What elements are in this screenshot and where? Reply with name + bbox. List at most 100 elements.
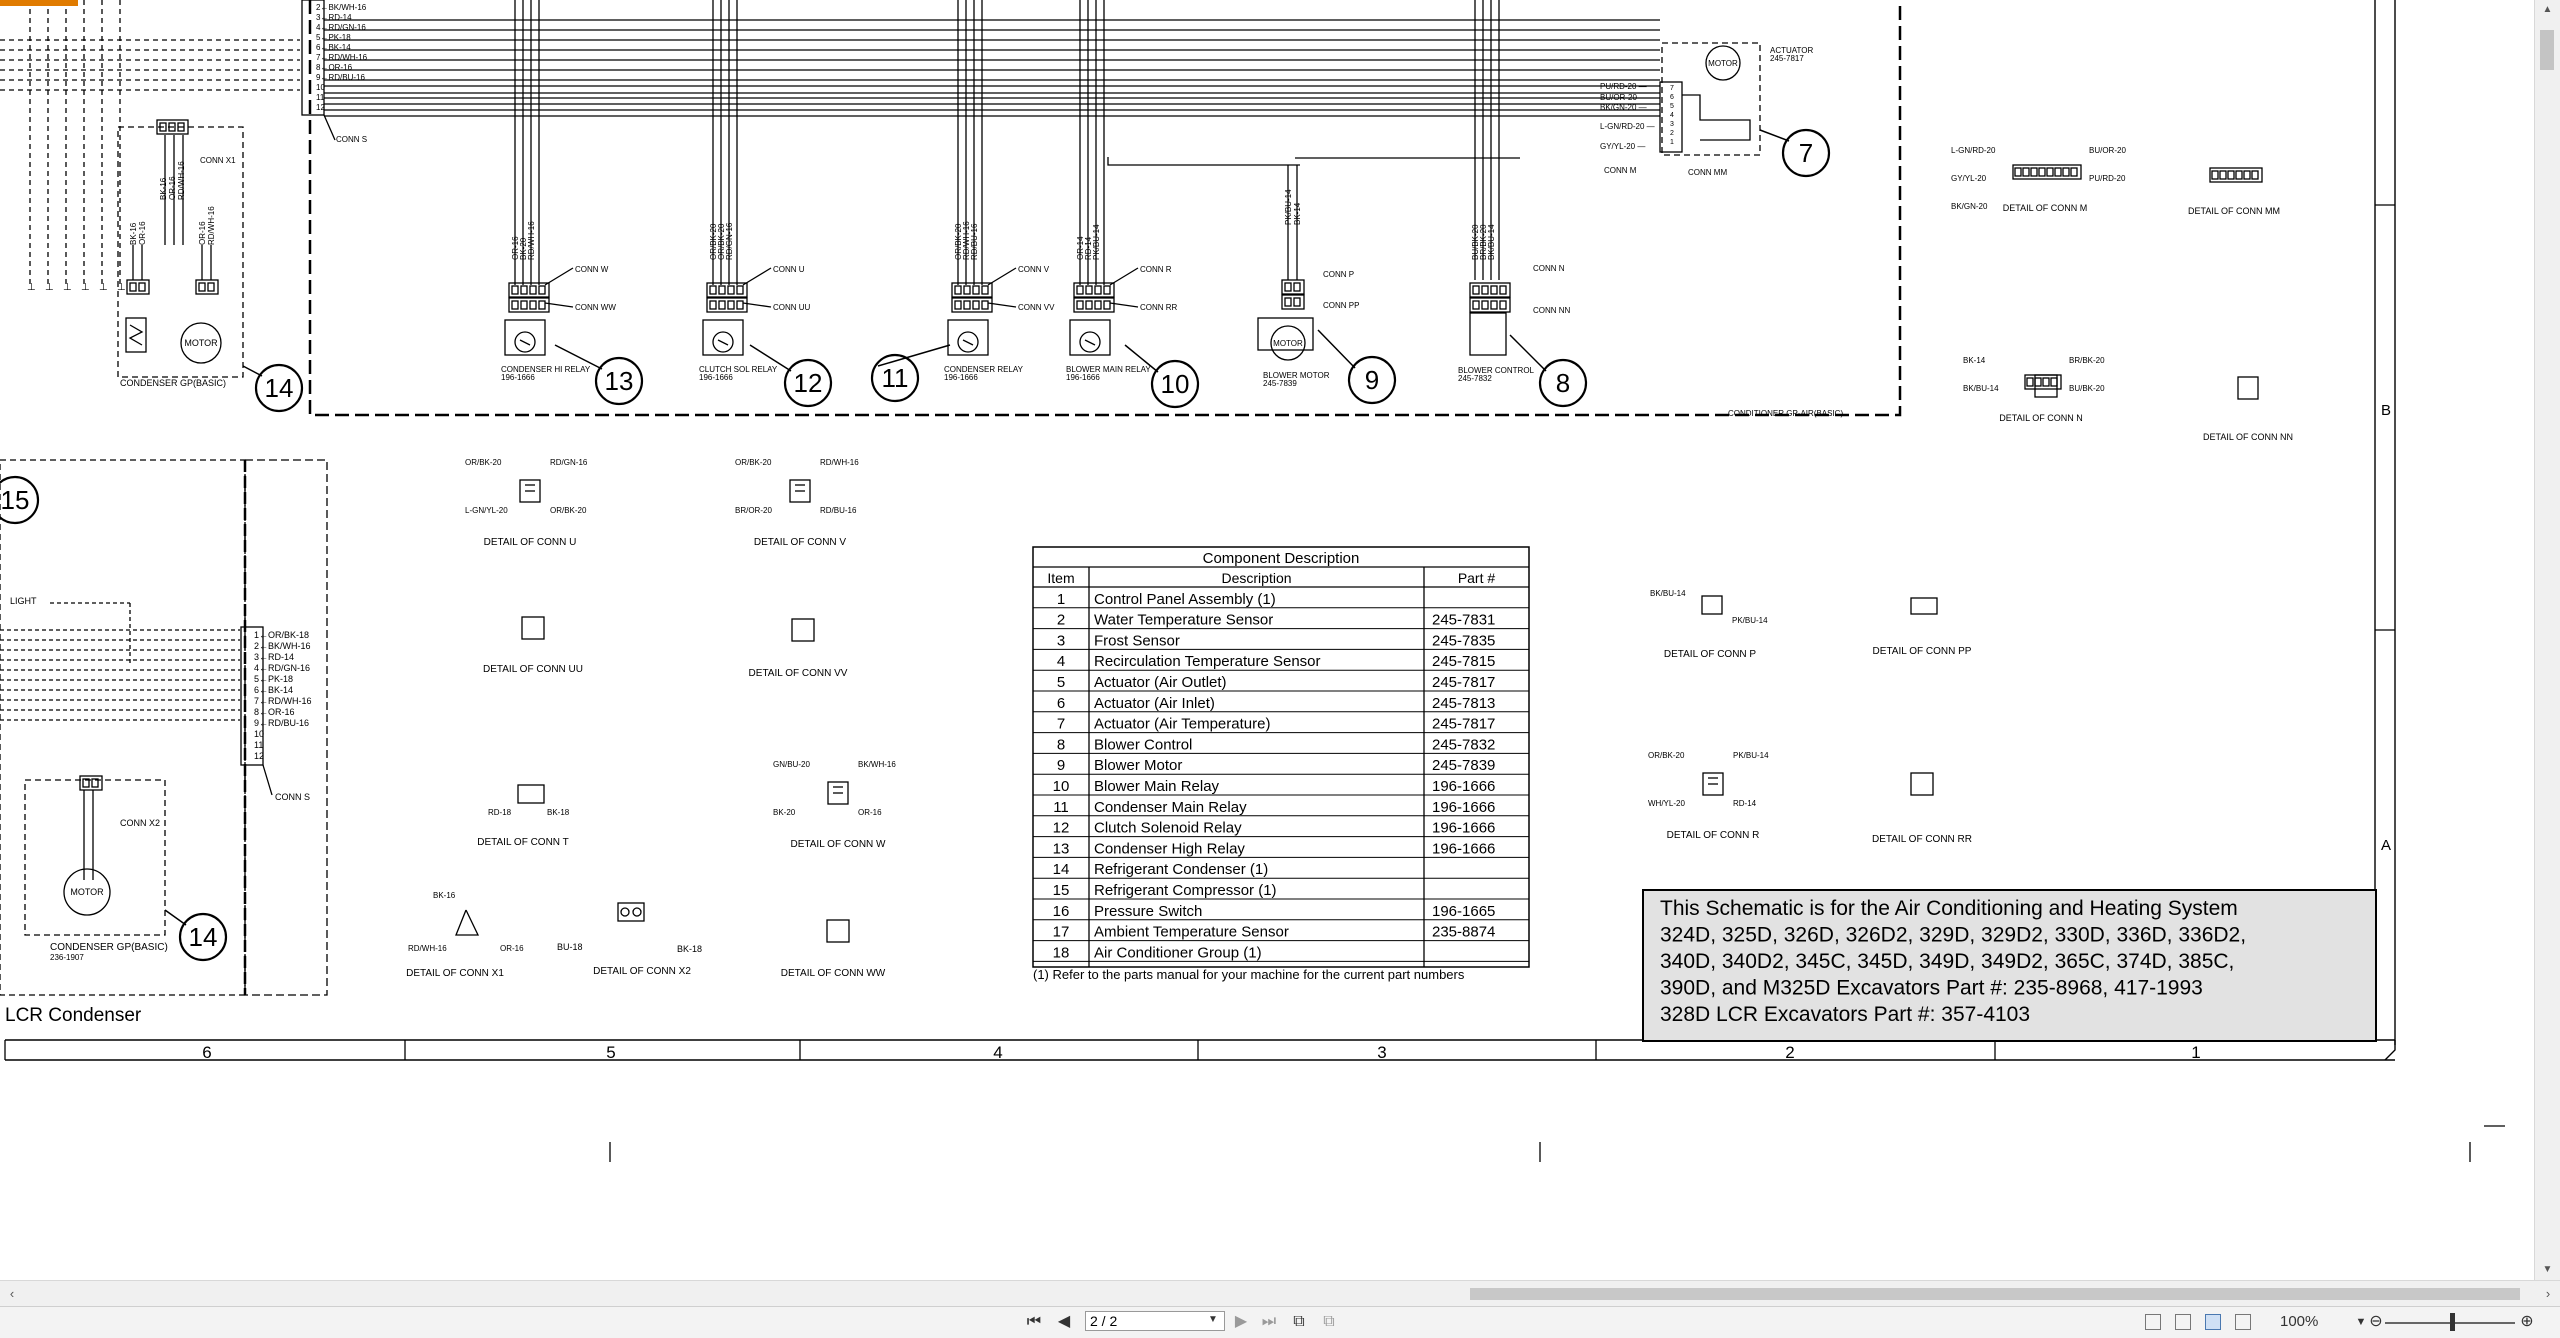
component-table-description: Water Temperature Sensor [1094, 612, 1273, 629]
zoom-slider-knob[interactable] [2450, 1313, 2455, 1331]
scroll-right-icon[interactable]: › [2538, 1281, 2558, 1307]
component-table-description: Actuator (Air Outlet) [1094, 674, 1227, 691]
connector-pin [520, 285, 528, 295]
horizontal-scrollbar[interactable]: ‹ › [0, 1280, 2560, 1307]
blower-link-wire [1107, 157, 1300, 166]
document-viewport[interactable]: 6 5 4 3 2 1 B A CONDITIONER GP-AIR(BASIC) ⊥ ⊥ ⊥ ⊥ ⊥ ⊥ 2… [0, 0, 2535, 1280]
mid-wire-label: 9←RD/BU-16 [254, 718, 309, 728]
connector-pin [1499, 300, 1507, 310]
page-dropdown-icon[interactable]: ▼ [1208, 1314, 1218, 1325]
condenser-gp-top-label: CONDENSER GP(BASIC) [120, 378, 226, 388]
connector-pin [138, 282, 146, 292]
component-table-item: 1 [1057, 591, 1065, 608]
component-table-item: 4 [1057, 653, 1065, 670]
next-page-icon[interactable]: ▶ [1232, 1312, 1250, 1332]
single-page-icon[interactable] [2145, 1314, 2161, 1330]
prev-view-icon[interactable]: ⧉ [1290, 1312, 1308, 1332]
connector-pin [981, 300, 989, 310]
detail-title: DETAIL OF CONN MM [2188, 206, 2280, 216]
zoom-out-icon[interactable]: ⊖ [2367, 1312, 2385, 1332]
connector-pin [727, 285, 735, 295]
connector-pin [538, 285, 546, 295]
mid-wire-label: 1←OR/BK-18 [254, 630, 309, 640]
component-table-title: Component Description [1203, 550, 1360, 567]
connector-pin [529, 300, 537, 310]
grid-row-label-a: A [2381, 837, 2391, 854]
component-table-part: 196-1666 [1432, 778, 1495, 795]
relay-conn-leader [544, 267, 574, 286]
connector-pin [718, 300, 726, 310]
component-table-part: 245-7817 [1432, 716, 1495, 733]
conn-pp-title: DETAIL OF CONN PP [1873, 646, 1972, 657]
component-table-description: Refrigerant Condenser (1) [1094, 861, 1268, 878]
scroll-up-icon[interactable]: ▲ [2535, 0, 2560, 20]
component-table-part: 245-7817 [1432, 674, 1495, 691]
connector-pin [520, 300, 528, 310]
zoom-level[interactable]: 100% [2280, 1313, 2318, 1330]
page-number-input[interactable] [1085, 1311, 1225, 1331]
connector-pin [1103, 285, 1111, 295]
detail-pin [2211, 170, 2219, 180]
detail-pin [2046, 167, 2054, 177]
scroll-left-icon[interactable]: ‹ [2, 1281, 22, 1307]
ground-icon: ⊥ [81, 282, 90, 293]
component-table-item: 13 [1053, 840, 1070, 857]
detail-pin [2050, 377, 2058, 387]
actuator-conn-m: CONN M [1604, 166, 1637, 175]
small-detail-wire: OR/BK-20 [550, 506, 587, 515]
first-page-icon[interactable]: ⏮ [1025, 1312, 1043, 1332]
component-table-description: Blower Control [1094, 736, 1192, 753]
book-icon[interactable] [2235, 1314, 2251, 1330]
facing-icon[interactable] [2205, 1314, 2221, 1330]
relay-part-11: 196-1666 [944, 373, 978, 382]
last-page-icon[interactable]: ⏭ [1260, 1312, 1278, 1332]
conn-t-body [517, 784, 545, 804]
actuator-wire-label: L-GN/RD-20 — [1600, 122, 1655, 131]
top-wire-label: 12 [316, 103, 325, 112]
relay-switch [717, 339, 729, 346]
wire-label: RD/WH-16 [207, 206, 216, 245]
vertical-scroll-thumb[interactable] [2540, 30, 2554, 70]
conn-x1-detail-wire: BK-16 [433, 891, 456, 900]
wire-label: OR-16 [198, 221, 207, 245]
top-wire-label: 2←BK/WH-16 [316, 3, 367, 12]
conn-x2-detail-body [617, 902, 645, 922]
callout-7: 7 [1799, 138, 1813, 168]
conn-x1-detail-title: DETAIL OF CONN X1 [406, 968, 504, 979]
connector-pin [538, 300, 546, 310]
relay-connector-10 [1073, 282, 1115, 298]
conn-x1-wire-label: RD/WH-16 [177, 161, 186, 200]
component-table-description: Clutch Solenoid Relay [1094, 820, 1242, 837]
scroll-down-icon[interactable]: ▼ [2535, 1260, 2560, 1280]
horizontal-scroll-thumb[interactable] [1470, 1288, 2520, 1300]
vertical-scrollbar[interactable]: ▲ ▼ [2534, 0, 2560, 1280]
small-detail-wire: OR/BK-20 [1648, 751, 1685, 760]
wire-label: RD/WH-16 [527, 221, 536, 260]
conn-t-wire: BK-18 [547, 808, 570, 817]
continuous-icon[interactable] [2175, 1314, 2191, 1330]
component-table-part: 196-1666 [1432, 820, 1495, 837]
callout-leader [1317, 329, 1356, 369]
relay-conn-a-label: CONN U [773, 265, 805, 274]
blower-control-conn-nn: CONN NN [1533, 306, 1571, 315]
wire-label: BK-16 [129, 222, 138, 245]
callout-14-bottom: 14 [189, 922, 218, 952]
prev-page-icon[interactable]: ◀ [1055, 1312, 1073, 1332]
conn-nn-title: DETAIL OF CONN NN [2203, 432, 2293, 442]
detail-pin [2243, 170, 2251, 180]
connector-pin [736, 285, 744, 295]
component-table-part: 245-7839 [1432, 757, 1495, 774]
actuator-pin-number: 5 [1670, 103, 1674, 110]
actuator-pin-number: 6 [1670, 94, 1674, 101]
next-view-icon[interactable]: ⧉ [1320, 1312, 1338, 1332]
actuator-motor-text: MOTOR [1708, 59, 1738, 68]
conn-nn-detail-body [2237, 376, 2259, 400]
component-table-description: Condenser High Relay [1094, 840, 1245, 857]
component-table-part: 245-7831 [1432, 612, 1495, 629]
callout-leader [242, 365, 263, 377]
zoom-in-icon[interactable]: ⊕ [2518, 1312, 2536, 1332]
callout-11: 11 [882, 363, 909, 393]
connector-pin [1103, 300, 1111, 310]
schematic-diagram: 6 5 4 3 2 1 B A CONDITIONER GP-AIR(BASIC) ⊥ ⊥ ⊥ ⊥ ⊥ ⊥ 2… [0, 0, 2505, 1162]
actuator-pin-number: 3 [1670, 121, 1674, 128]
